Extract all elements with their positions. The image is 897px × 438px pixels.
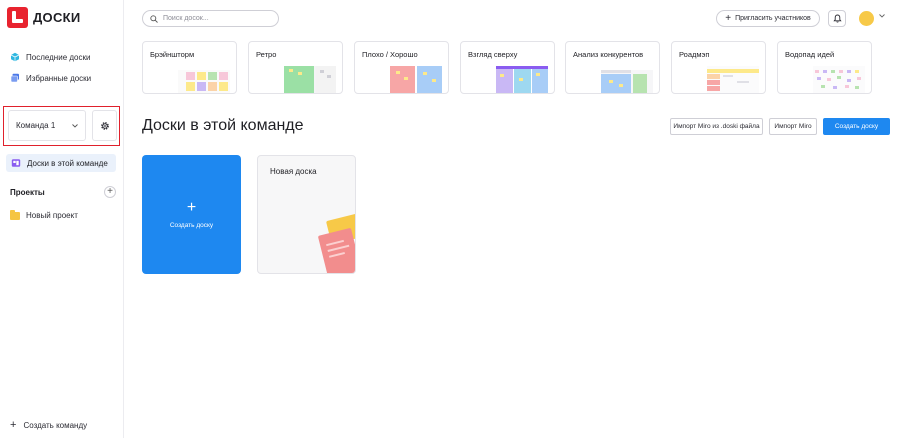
projects-header: Проекты +	[10, 186, 116, 198]
boards-stack-icon	[10, 73, 19, 83]
template-label: Роадмэп	[679, 50, 710, 59]
template-label: Водопад идей	[785, 50, 835, 59]
import-miro-button[interactable]: Импорт Miro	[769, 118, 817, 135]
board-card[interactable]: Новая доска	[257, 155, 356, 274]
plus-icon: +	[186, 199, 197, 216]
template-preview	[496, 66, 548, 93]
sidebar-item-label: Последние доски	[26, 52, 91, 62]
plus-icon: +	[725, 12, 732, 24]
template-preview	[390, 66, 442, 93]
team-dropdown[interactable]: Команда 1	[8, 110, 86, 141]
search-input[interactable]	[163, 15, 273, 22]
cube-icon	[10, 52, 20, 62]
logo-text: ДОСКИ	[33, 10, 81, 25]
add-project-button[interactable]: +	[104, 186, 116, 198]
template-card-roadmap[interactable]: Роадмэп	[671, 41, 766, 94]
create-board-card[interactable]: + Создать доску	[142, 155, 241, 274]
logo[interactable]: ДОСКИ	[7, 7, 81, 28]
sidebar-item-team-boards[interactable]: Доски в этой команде	[6, 154, 116, 172]
search-box[interactable]	[142, 10, 279, 27]
team-selector-highlight: Команда 1	[3, 106, 120, 146]
create-card-label: Создать доску	[169, 222, 214, 229]
folder-icon	[10, 209, 20, 220]
template-label: Ретро	[256, 50, 277, 59]
plus-icon: +	[107, 186, 113, 197]
chevron-down-icon	[72, 123, 78, 128]
template-preview	[178, 70, 230, 93]
template-card-bad-good[interactable]: Плохо / Хорошо	[354, 41, 449, 94]
logo-icon	[7, 7, 28, 28]
sticky-notes-illustration	[318, 213, 355, 273]
sidebar-item-recent[interactable]: Последние доски	[10, 52, 90, 62]
template-card-idea-waterfall[interactable]: Водопад идей	[777, 41, 872, 94]
import-file-button[interactable]: Импорт Miro из .doski файла	[670, 118, 763, 135]
template-preview	[813, 66, 865, 93]
bell-icon	[832, 14, 842, 23]
create-board-button[interactable]: Создать доску	[823, 118, 890, 135]
team-settings-button[interactable]	[92, 110, 117, 141]
sidebar-item-label: Избранные доски	[26, 73, 92, 83]
projects-title: Проекты	[10, 187, 45, 197]
template-card-competitors[interactable]: Анализ конкурентов	[565, 41, 660, 94]
template-label: Взгляд сверху	[468, 50, 518, 59]
template-card-brainstorm[interactable]: Брэйншторм	[142, 41, 237, 94]
template-preview	[284, 66, 336, 93]
template-card-overview[interactable]: Взгляд сверху	[460, 41, 555, 94]
sidebar-item-project[interactable]: Новый проект	[10, 209, 78, 220]
template-preview	[707, 66, 759, 93]
template-preview	[601, 70, 653, 93]
gear-icon	[100, 121, 109, 130]
search-icon	[150, 14, 158, 23]
template-card-retro[interactable]: Ретро	[248, 41, 343, 94]
chevron-down-icon[interactable]	[879, 14, 885, 18]
create-team-button[interactable]: + Создать команду	[10, 420, 87, 431]
sidebar-item-label: Доски в этой команде	[27, 158, 108, 168]
invite-label: Пригласить участников	[735, 15, 811, 22]
sidebar: ДОСКИ Последние доски Избранные доски Ко…	[0, 0, 124, 438]
template-label: Плохо / Хорошо	[362, 50, 418, 59]
sidebar-item-favorites[interactable]: Избранные доски	[10, 73, 91, 83]
template-label: Брэйншторм	[150, 50, 195, 59]
team-name: Команда 1	[16, 121, 56, 130]
board-name: Новая доска	[270, 167, 317, 176]
create-team-label: Создать команду	[23, 421, 88, 430]
plus-icon: +	[10, 419, 17, 431]
sidebar-item-label: Новый проект	[26, 211, 78, 220]
board-icon	[11, 159, 21, 167]
invite-members-button[interactable]: + Пригласить участников	[716, 10, 820, 27]
page-title: Доски в этой команде	[142, 117, 304, 134]
avatar[interactable]	[859, 11, 874, 26]
notifications-button[interactable]	[828, 10, 846, 27]
template-label: Анализ конкурентов	[573, 50, 644, 59]
